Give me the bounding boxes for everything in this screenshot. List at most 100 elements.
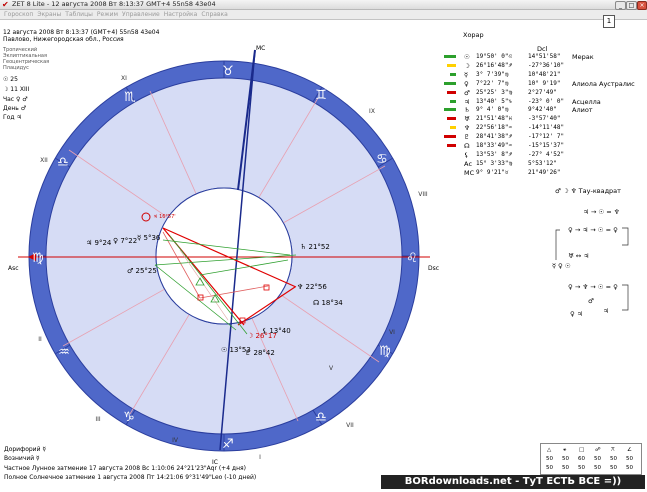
- planet-declination: -17°12' 7": [528, 133, 565, 141]
- config-formula: ♀ → ♆ → ☉ = ♀: [568, 283, 618, 291]
- planet-glyph: Ас: [464, 159, 473, 168]
- planet-glyph: ☽: [464, 61, 470, 70]
- aquarius-icon: ♒: [58, 345, 70, 360]
- planet-declination: -27° 4'52": [528, 150, 565, 158]
- cancer-icon: ♋: [376, 152, 388, 167]
- planet-declination: -23° 0' 0": [528, 97, 565, 105]
- planet-glyph: ☉: [464, 53, 470, 61]
- house-number: VI: [389, 329, 395, 336]
- opposition-icon: ☍: [595, 447, 601, 453]
- planet-label: ♃ 9°24: [86, 239, 112, 247]
- planet-label: ⚸ 13°40: [262, 327, 291, 335]
- table-header: Хорар: [463, 31, 484, 39]
- planet-declination: 2°27'49": [528, 88, 557, 96]
- watermark-banner: BORdownloads.net - ТуТ ЕСТЬ ВСЕ =)): [381, 475, 645, 489]
- fixed-star: Мерак: [572, 53, 594, 61]
- planet-label: ☿ 5°36: [137, 234, 161, 242]
- square-icon: □: [579, 447, 585, 453]
- orb-value: 50: [546, 465, 553, 471]
- scorpio-icon: ♏: [124, 90, 136, 105]
- config-formula: ♅ ↔ ♃: [568, 252, 590, 260]
- tau-square-label: ♂ ☽ ♆ Тау-квадрат: [555, 187, 621, 195]
- gemini-icon: ♊: [315, 88, 327, 103]
- lunar-eclipse-text: Частное Лунное затмение 17 августа 2008 …: [4, 465, 246, 472]
- strength-bar: [444, 81, 456, 85]
- planet-declination: -15°15'37": [528, 142, 565, 149]
- planet-label: ♃ 16°57': [153, 214, 176, 220]
- config-formula: ☿ ♀ ☉: [552, 262, 571, 270]
- strength-bar: [450, 72, 456, 76]
- planet-glyph: ⚸: [464, 150, 469, 159]
- planet-label: ♀ 7°22: [113, 237, 137, 245]
- planet-glyph: МС: [464, 168, 475, 177]
- table-dcl-header: Dcl: [537, 45, 548, 53]
- orb-value: 50: [578, 465, 585, 471]
- taurus-icon: ♉: [222, 64, 234, 79]
- libra-icon-2: ♎: [57, 155, 69, 170]
- strength-bar: [444, 55, 456, 58]
- planet-position: 7°22' 7"♍: [476, 79, 509, 87]
- orb-value: 50: [626, 456, 633, 462]
- house-number: VIII: [418, 191, 428, 198]
- strength-bar: [447, 117, 456, 121]
- strength-bar: [447, 144, 456, 147]
- planet-label: ♂ 25°25: [127, 267, 157, 275]
- planet-position: 28°41'38"♐: [476, 133, 513, 141]
- planet-declination: 10°48'21": [528, 70, 561, 78]
- planet-declination: 10° 9'19": [528, 79, 561, 87]
- planet-position: 13°40' 5"♑: [476, 97, 513, 105]
- sagittarius-icon: ♐: [222, 437, 234, 452]
- planet-position: 13°53' 8"♐: [476, 150, 513, 158]
- planet-declination: -14°11'48": [528, 124, 565, 132]
- vozniy-text: Возничий ☿: [4, 455, 40, 462]
- config-formula: ♂: [588, 297, 594, 305]
- config-formula: ♀ ♃: [570, 310, 583, 318]
- orb-value: 50: [594, 456, 601, 462]
- config-formula: ♃: [603, 307, 609, 315]
- house-number: IX: [369, 108, 375, 115]
- solar-eclipse-text: Полное Солнечное затмение 1 августа 2008…: [4, 474, 257, 481]
- trine-icon: △: [547, 447, 552, 453]
- orb-value: 50: [626, 465, 633, 471]
- planet-position: 21°51'48"♓: [476, 115, 513, 123]
- planet-position: 25°25' 3"♍: [476, 88, 513, 96]
- planet-declination: 5°53'12": [528, 159, 557, 167]
- dsc-label: Dsc: [428, 265, 439, 272]
- planet-position: 19°50' 0"♌: [476, 53, 513, 60]
- planet-label: ♆ 22°56: [297, 283, 327, 291]
- orb-value: 50: [562, 456, 569, 462]
- strength-bar: [450, 126, 456, 130]
- fixed-star: Асцелла: [572, 97, 601, 106]
- strength-bar: [447, 90, 456, 94]
- orb-value: 50: [594, 465, 601, 471]
- planet-declination: -3°57'40": [528, 115, 561, 123]
- leo-icon: ♌: [406, 251, 418, 266]
- planet-position: 9° 9'21"♉: [476, 168, 509, 176]
- house-number: XI: [121, 75, 127, 82]
- planet-position: 18°33'49"♒: [476, 142, 513, 149]
- house-number: I: [259, 454, 261, 461]
- config-formula: ♃ → ☉ = ♆: [583, 208, 620, 216]
- planet-position: 15° 3'33"♍: [476, 159, 513, 167]
- planet-position: 3° 7'39"♍: [476, 70, 509, 78]
- strength-bar: [447, 63, 456, 67]
- orb-value: 60: [578, 456, 585, 462]
- planet-label: ☉ 13°53: [221, 346, 251, 354]
- virgo-icon: ♍: [379, 344, 391, 359]
- strength-bar: [444, 135, 456, 139]
- fixed-star: Алиот: [572, 106, 593, 115]
- planet-glyph: ♇: [464, 133, 470, 142]
- planet-glyph: ♀: [464, 79, 469, 88]
- aspect-legend[interactable]: △ ⚹ □ ☍ ⚻ ∠ 50 50 60 50 50 50 50 50 50 5…: [540, 443, 642, 475]
- config-formula: ♀ → ♃ → ☉ = ♀: [568, 226, 618, 234]
- planet-label: ♄ 21°52: [300, 243, 330, 251]
- house-number: II: [38, 336, 42, 343]
- libra-icon: ♎: [315, 410, 327, 425]
- planet-declination: 14°51'58": [528, 53, 561, 60]
- planet-declination: 21°49'26": [528, 168, 561, 176]
- planet-position: 22°56'18"♒: [476, 124, 513, 132]
- planet-declination: 9°42'40": [528, 106, 557, 114]
- house-number: IV: [172, 437, 179, 444]
- planet-glyph: ☊: [464, 142, 470, 150]
- sextile-icon: ⚹: [563, 447, 567, 453]
